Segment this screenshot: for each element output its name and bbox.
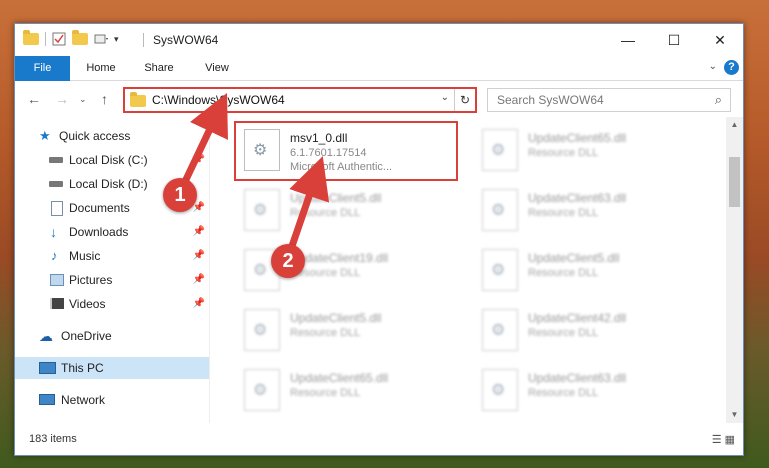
arrow-to-file (286, 156, 330, 254)
annotation-arrows (178, 93, 330, 254)
step-2-badge: 2 (271, 244, 305, 278)
arrow-to-address (178, 93, 228, 190)
step-1-badge: 1 (163, 178, 197, 212)
